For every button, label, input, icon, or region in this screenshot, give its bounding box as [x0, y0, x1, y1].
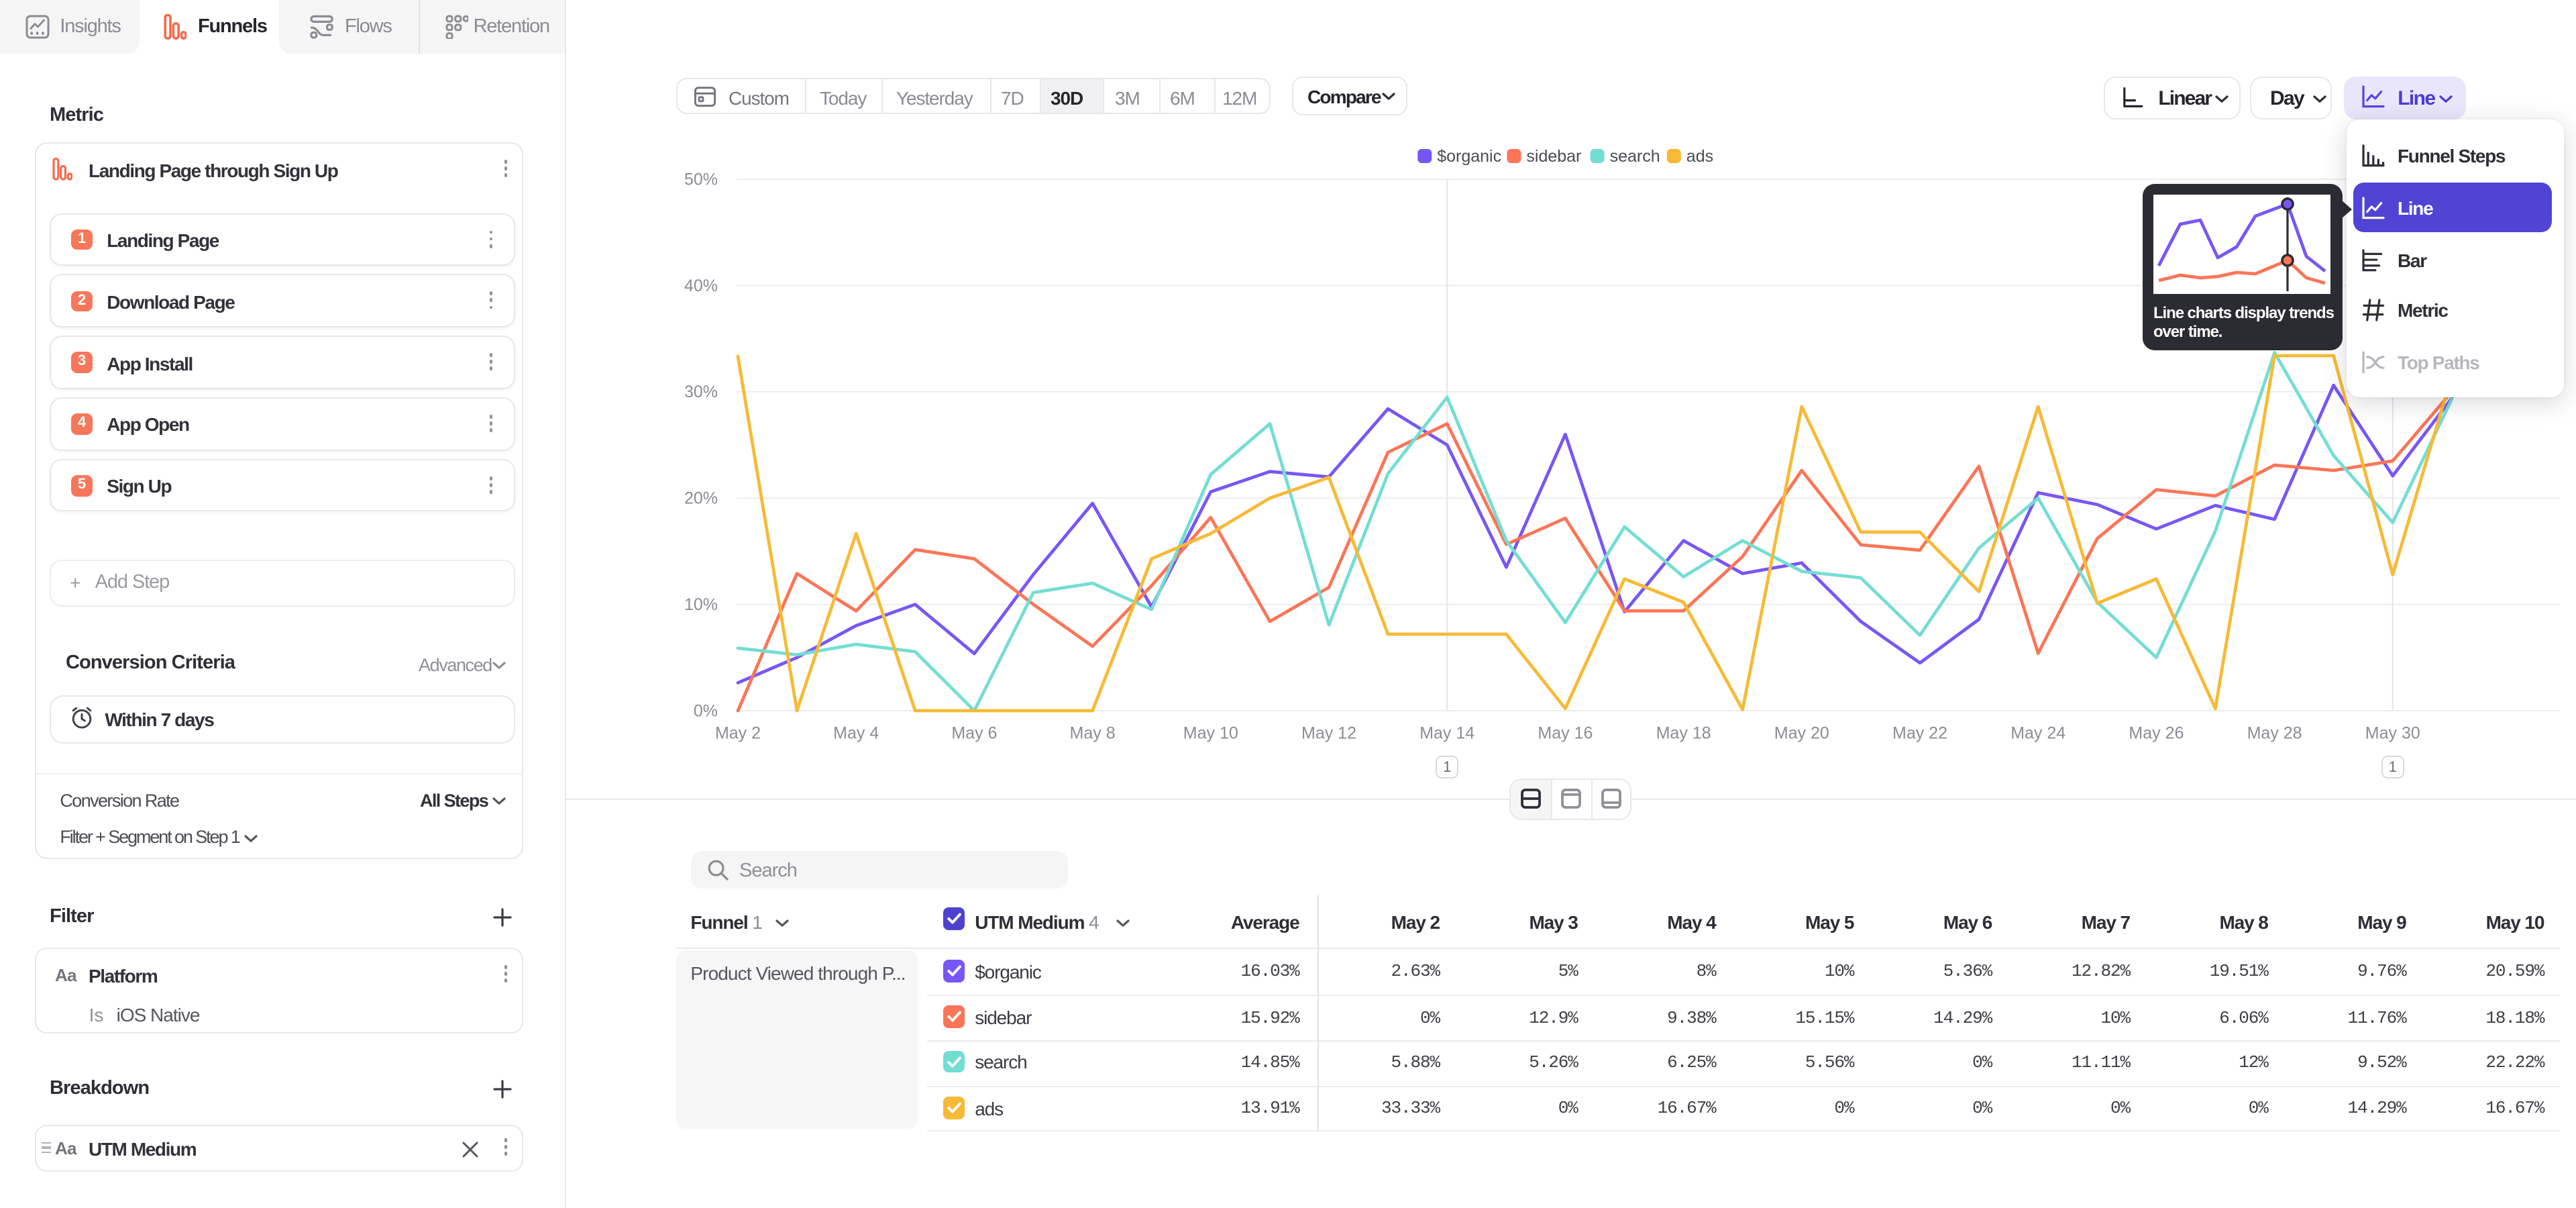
svg-text:May 10: May 10 [1183, 723, 1238, 742]
svg-text:May 2: May 2 [715, 723, 761, 742]
svg-text:sidebar: sidebar [1526, 147, 1581, 166]
svg-text:May 20: May 20 [1774, 723, 1829, 742]
svg-text:50%: 50% [684, 170, 718, 189]
svg-text:40%: 40% [684, 276, 718, 295]
svg-text:May 8: May 8 [1070, 723, 1116, 742]
svg-text:20%: 20% [684, 489, 718, 508]
svg-text:May 6: May 6 [951, 723, 997, 742]
svg-text:ads: ads [1686, 147, 1713, 166]
svg-text:May 18: May 18 [1656, 723, 1711, 742]
svg-text:May 22: May 22 [1892, 723, 1947, 742]
svg-text:30%: 30% [684, 383, 718, 401]
svg-text:0%: 0% [694, 701, 718, 720]
svg-text:$organic: $organic [1437, 147, 1501, 166]
svg-text:May 28: May 28 [2247, 723, 2302, 742]
svg-text:May 30: May 30 [2365, 723, 2420, 742]
svg-text:May 16: May 16 [1538, 723, 1593, 742]
svg-text:search: search [1610, 147, 1660, 166]
svg-text:May 24: May 24 [2010, 723, 2065, 742]
svg-text:May 14: May 14 [1419, 723, 1474, 742]
svg-text:May 12: May 12 [1301, 723, 1356, 742]
svg-text:May 4: May 4 [833, 723, 879, 742]
svg-text:May 26: May 26 [2129, 723, 2184, 742]
svg-text:10%: 10% [684, 595, 718, 614]
